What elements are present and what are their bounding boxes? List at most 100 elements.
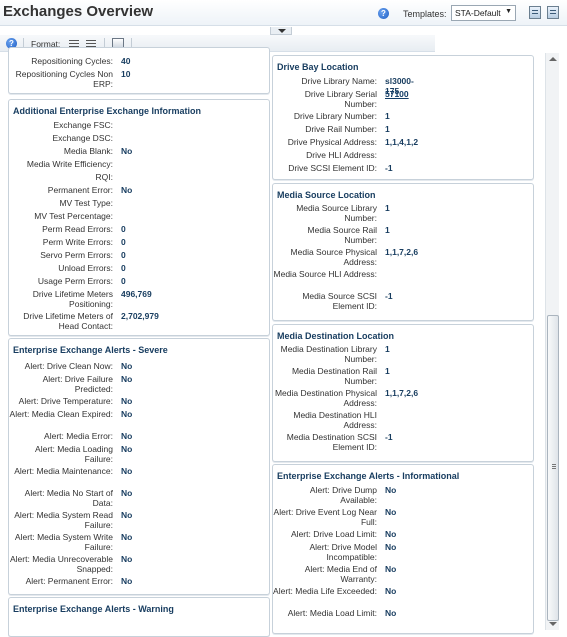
field-value: 0 bbox=[121, 237, 126, 247]
field-value: 0 bbox=[121, 224, 126, 234]
scroll-down-icon[interactable] bbox=[549, 622, 557, 626]
chevron-down-icon: ▼ bbox=[505, 8, 512, 15]
field-value: 10 bbox=[121, 69, 131, 79]
field-label: RQI: bbox=[95, 172, 113, 182]
field-label: Media Destination Physical Address: bbox=[274, 388, 377, 408]
field-label: MV Test Percentage: bbox=[34, 211, 113, 221]
field-value: No bbox=[121, 146, 133, 156]
field-label: Alert: Drive Model Incompatible: bbox=[309, 542, 377, 562]
field-value: 40 bbox=[121, 56, 131, 66]
field-value: 0 bbox=[121, 250, 126, 260]
field-label: Alert: Media System Write Failure: bbox=[14, 532, 113, 552]
field-label: Media Source Library Number: bbox=[296, 203, 377, 223]
templates-select-value: STA-Default bbox=[455, 8, 501, 18]
field-value: 1 bbox=[385, 203, 390, 213]
alerts-warning-panel: Enterprise Exchange Alerts - Warning bbox=[8, 597, 270, 637]
serial-number-link[interactable]: 57100 bbox=[385, 89, 409, 99]
field-label: Alert: Media End of Warranty: bbox=[304, 564, 377, 584]
field-label: Alert: Drive Event Log Near Full: bbox=[273, 507, 377, 527]
field-label: Alert: Media Load Limit: bbox=[287, 608, 377, 618]
field-label: Drive HLI Address: bbox=[306, 150, 377, 160]
field-value: 1,1,7,2,6 bbox=[385, 388, 419, 398]
field-value: -1 bbox=[385, 291, 393, 301]
field-label: Drive Physical Address: bbox=[287, 137, 377, 147]
save-template-icon[interactable] bbox=[547, 6, 559, 19]
field-label: Repositioning Cycles: bbox=[31, 56, 113, 66]
field-label: Alert: Permanent Error: bbox=[25, 576, 113, 586]
media-source-panel: Media Source Location Media Source Libra… bbox=[272, 183, 534, 321]
field-label: Alert: Drive Clean Now: bbox=[24, 361, 113, 371]
field-value: -1 bbox=[385, 163, 393, 173]
additional-info-panel: Additional Enterprise Exchange Informati… bbox=[8, 99, 270, 336]
format-columns-icon[interactable] bbox=[86, 39, 96, 47]
field-label: Alert: Drive Temperature: bbox=[18, 396, 113, 406]
field-label: Alert: Media No Start of Data: bbox=[24, 488, 113, 508]
alerts-severe-panel: Enterprise Exchange Alerts - Severe Aler… bbox=[8, 338, 270, 595]
field-label: Servo Perm Errors: bbox=[40, 250, 113, 260]
field-label: Alert: Media Loading Failure: bbox=[35, 444, 113, 464]
field-label: Drive SCSI Element ID: bbox=[288, 163, 377, 173]
field-label: Drive Lifetime Meters of Head Contact: bbox=[23, 311, 113, 331]
field-label: Drive Rail Number: bbox=[305, 124, 377, 134]
edit-template-icon[interactable] bbox=[529, 6, 541, 19]
drive-bay-panel: Drive Bay Location Drive Library Name: sl… bbox=[272, 55, 534, 180]
collapse-header-button[interactable] bbox=[270, 27, 292, 35]
field-label: Alert: Media Maintenance: bbox=[14, 466, 113, 476]
field-value: No bbox=[121, 510, 133, 520]
field-value: No bbox=[385, 485, 397, 495]
field-label: Alert: Media Life Exceeded: bbox=[273, 586, 377, 596]
panel-title: Media Source Location bbox=[277, 190, 376, 200]
templates-select[interactable]: STA-Default ▼ bbox=[451, 5, 516, 21]
field-value: 0 bbox=[121, 263, 126, 273]
field-value: No bbox=[121, 409, 133, 419]
field-value: No bbox=[121, 431, 133, 441]
field-label: Drive Library Number: bbox=[293, 111, 377, 121]
field-label: Media Destination HLI Address: bbox=[293, 410, 377, 430]
field-label: Media Source Physical Address: bbox=[290, 247, 377, 267]
field-label: Drive Library Serial Number: bbox=[304, 89, 377, 109]
field-value: 1 bbox=[385, 124, 390, 134]
field-value: No bbox=[121, 576, 133, 586]
templates-label: Templates: bbox=[403, 9, 447, 19]
vertical-scrollbar[interactable] bbox=[545, 53, 559, 630]
field-label: Media Source HLI Address: bbox=[273, 269, 377, 279]
field-label: Media Source SCSI Element ID: bbox=[302, 291, 377, 311]
field-value: 0 bbox=[121, 276, 126, 286]
panel-title: Enterprise Exchange Alerts - Information… bbox=[277, 471, 460, 481]
field-value: No bbox=[385, 608, 397, 618]
field-value: -1 bbox=[385, 432, 393, 442]
field-label: Media Destination Rail Number: bbox=[291, 366, 377, 386]
field-label: Perm Write Errors: bbox=[42, 237, 113, 247]
field-value: No bbox=[121, 396, 133, 406]
scrollbar-thumb[interactable] bbox=[547, 315, 559, 621]
panel-title: Enterprise Exchange Alerts - Severe bbox=[13, 345, 168, 355]
panel-title: Enterprise Exchange Alerts - Warning bbox=[13, 604, 174, 614]
field-value: No bbox=[121, 444, 133, 454]
help-icon[interactable]: ? bbox=[378, 8, 389, 19]
field-label: Alert: Drive Load Limit: bbox=[291, 529, 377, 539]
field-value: No bbox=[121, 488, 133, 498]
field-value: No bbox=[121, 185, 133, 195]
panel-title: Additional Enterprise Exchange Informati… bbox=[13, 106, 202, 116]
field-label: Repositioning Cycles Non ERP: bbox=[15, 69, 113, 89]
panel-title: Drive Bay Location bbox=[277, 62, 359, 72]
field-value: No bbox=[121, 466, 133, 476]
panel-title: Media Destination Location bbox=[277, 331, 395, 341]
field-value: No bbox=[121, 361, 133, 371]
field-value: 1 bbox=[385, 111, 390, 121]
field-label: Perm Read Errors: bbox=[42, 224, 113, 234]
field-value: No bbox=[385, 586, 397, 596]
scroll-up-icon[interactable] bbox=[549, 57, 557, 61]
field-value: No bbox=[385, 564, 397, 574]
format-list-icon[interactable] bbox=[69, 39, 79, 47]
field-label: Media Write Efficiency: bbox=[26, 159, 113, 169]
content-scroll-area[interactable]: Repositioning Cycles: 40 Repositioning C… bbox=[0, 47, 567, 637]
field-value: 496,769 bbox=[121, 289, 152, 299]
field-value: 1,1,7,2,6 bbox=[385, 247, 419, 257]
field-label: Media Destination Library Number: bbox=[280, 344, 377, 364]
field-value: 2,702,979 bbox=[121, 311, 159, 321]
field-label: Alert: Drive Dump Available: bbox=[309, 485, 377, 505]
field-label: Alert: Media Unrecoverable Snapped: bbox=[10, 554, 113, 574]
field-value: 1 bbox=[385, 366, 390, 376]
field-label: Alert: Media System Read Failure: bbox=[14, 510, 113, 530]
